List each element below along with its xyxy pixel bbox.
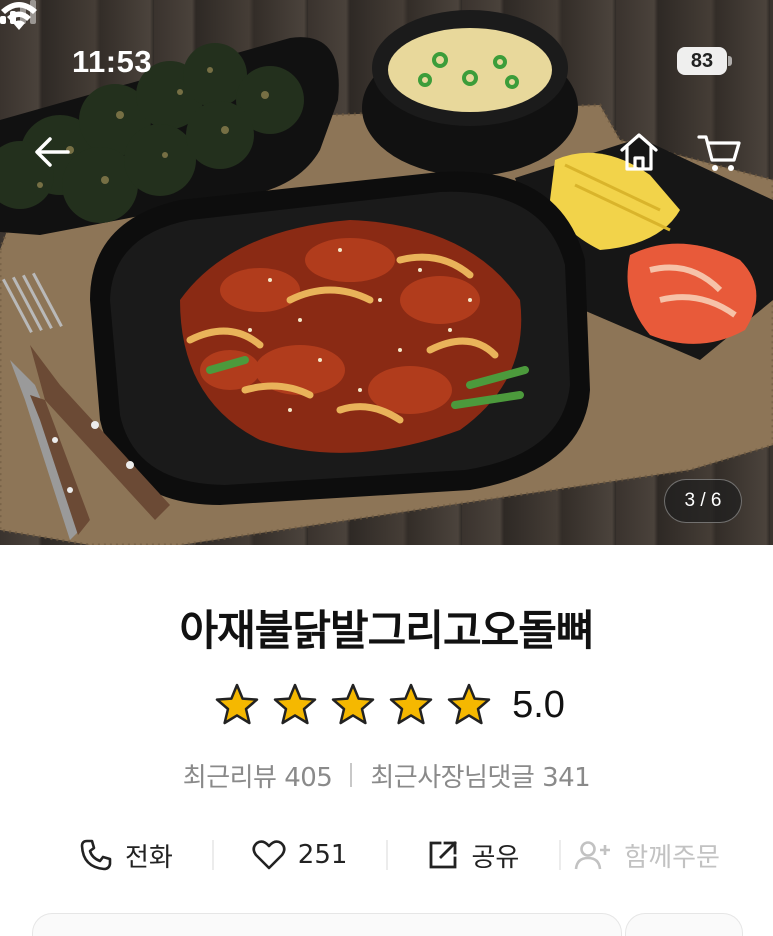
home-icon [620, 133, 658, 171]
status-bar: 11:53 83 [0, 0, 773, 110]
call-label: 전화 [124, 842, 173, 873]
action-bar: 전화 251 공유 함께주문 [40, 830, 733, 880]
star-icon [273, 683, 317, 725]
share-icon [430, 841, 458, 869]
cart-button[interactable] [695, 128, 743, 176]
image-page-indicator: 3 / 6 [664, 479, 742, 523]
store-title: 아재불닭발그리고오돌뼈 [179, 606, 594, 655]
back-button[interactable] [28, 128, 76, 176]
share-button[interactable]: 공유 [388, 830, 560, 880]
cart-icon [697, 135, 741, 171]
group-order-button[interactable]: 함께주문 [561, 830, 733, 880]
battery-tip [728, 56, 732, 66]
add-person-icon [574, 841, 611, 870]
info-card[interactable] [32, 913, 622, 936]
heart-icon [252, 840, 286, 870]
rating-row[interactable]: 5.0 [0, 680, 773, 730]
share-label: 공유 [471, 842, 520, 873]
star-icon [447, 683, 491, 725]
info-card-secondary[interactable] [625, 913, 743, 936]
battery-level: 83 [677, 47, 727, 75]
review-stats: 최근리뷰 405 최근사장님댓글 341 [0, 755, 773, 795]
phone-icon [80, 839, 112, 871]
store-info-section: 아재불닭발그리고오돌뼈 5.0 최근리뷰 405 최근사장님댓글 341 전화 … [0, 545, 773, 936]
back-arrow-icon [35, 137, 70, 167]
call-button[interactable]: 전화 [40, 830, 212, 880]
star-icon [215, 683, 259, 725]
like-count: 251 [297, 840, 348, 870]
status-time: 11:53 [72, 44, 153, 79]
wifi-icon [1, 2, 37, 30]
battery-indicator: 83 [677, 47, 732, 75]
owner-replies-count[interactable]: 최근사장님댓글 341 [370, 757, 590, 794]
stats-divider [350, 763, 353, 787]
group-order-label: 함께주문 [624, 842, 720, 873]
rating-value: 5.0 [512, 683, 565, 726]
star-icon [389, 683, 433, 725]
product-photo[interactable]: 11:53 83 3 / 6 [0, 0, 773, 545]
like-button[interactable]: 251 [214, 830, 386, 880]
star-icon [331, 683, 375, 725]
home-button[interactable] [615, 128, 663, 176]
recent-reviews-count[interactable]: 최근리뷰 405 [183, 757, 333, 794]
